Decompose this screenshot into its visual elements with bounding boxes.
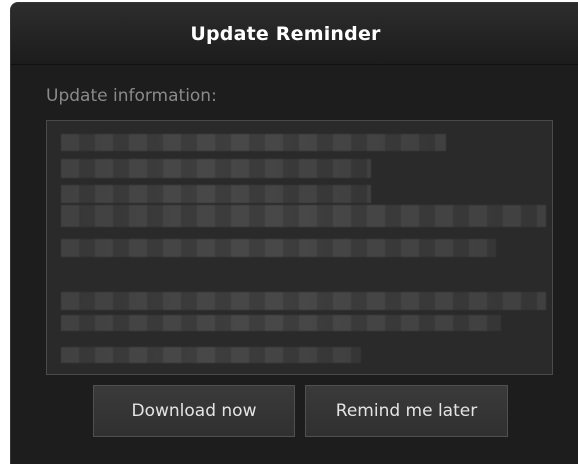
blurred-text-line <box>61 205 546 227</box>
update-information-box[interactable] <box>46 120 553 375</box>
blurred-text-line <box>61 292 546 310</box>
title-bar: Update Reminder <box>11 3 578 65</box>
blurred-text-line <box>61 239 496 257</box>
blurred-text-line <box>61 185 371 203</box>
update-information-label: Update information: <box>46 86 217 106</box>
download-now-button[interactable]: Download now <box>93 385 295 437</box>
remind-me-later-button[interactable]: Remind me later <box>305 385 508 437</box>
blurred-text-line <box>61 347 361 363</box>
dialog-title: Update Reminder <box>190 22 381 45</box>
blurred-text-line <box>61 159 371 178</box>
blurred-text-line <box>61 134 446 151</box>
blurred-text-line <box>61 315 501 331</box>
update-reminder-dialog: Update Reminder Update information: Down… <box>10 2 578 464</box>
screen: Update Reminder Update information: Down… <box>0 0 578 464</box>
